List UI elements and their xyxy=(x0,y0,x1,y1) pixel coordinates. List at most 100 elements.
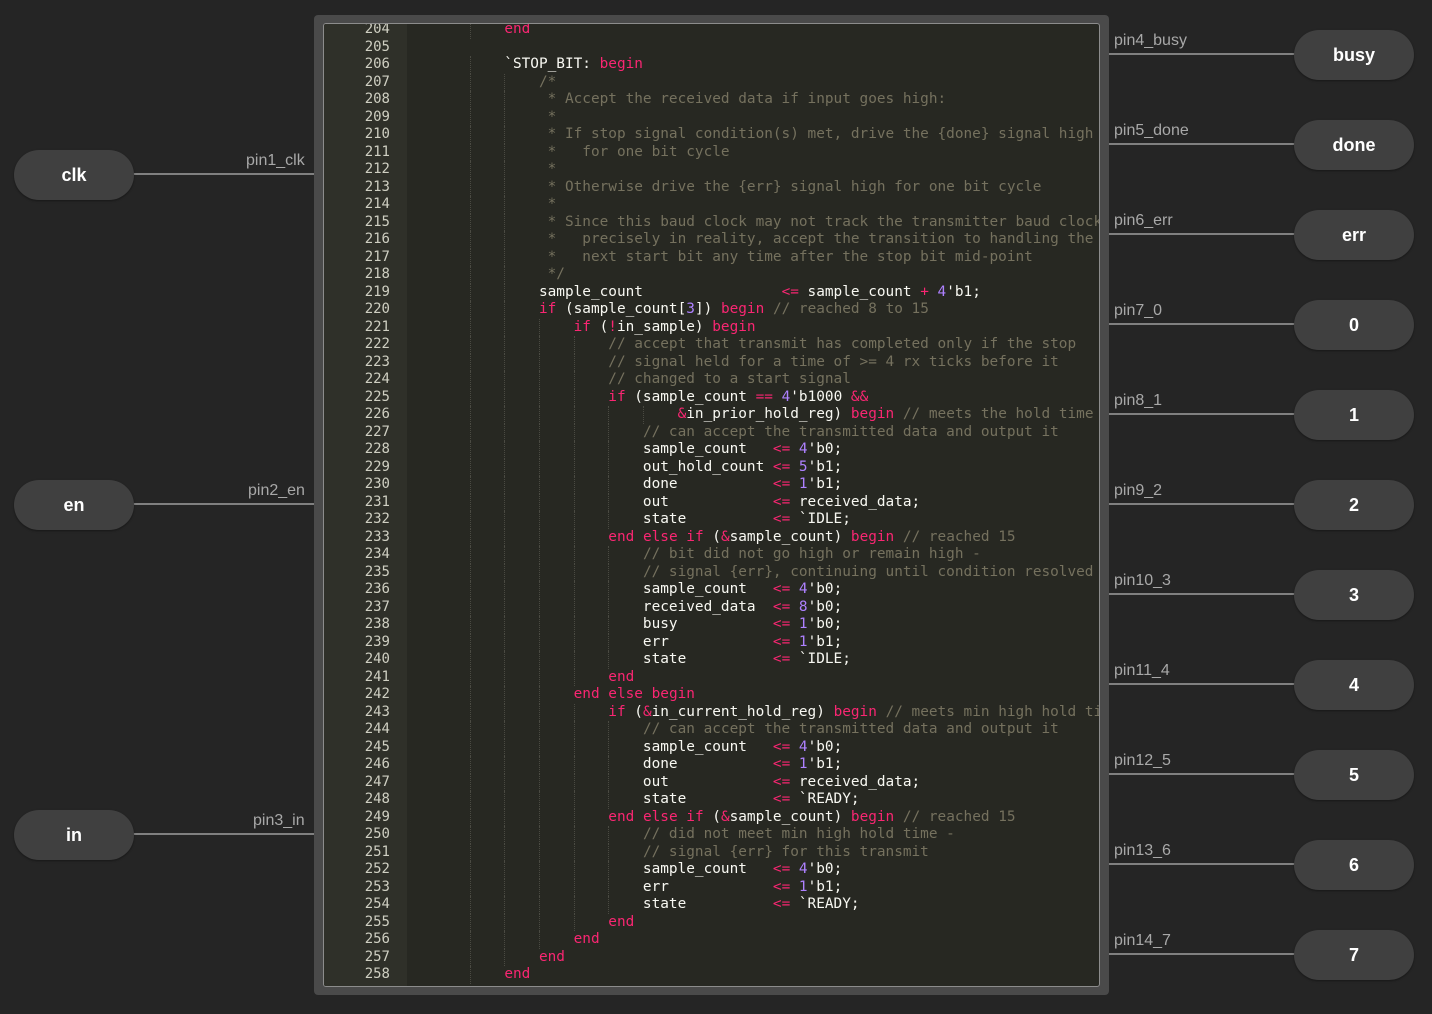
wire-in xyxy=(120,833,314,835)
line-number: 221 xyxy=(364,318,390,335)
code-line: 249 end else if (&sample_count) begin //… xyxy=(324,808,1099,826)
code-line: 204 end xyxy=(324,23,1099,39)
code-text: err <= 1'b1; xyxy=(435,878,843,895)
pin-label-clk: pin1_clk xyxy=(246,152,305,169)
line-number: 236 xyxy=(364,581,390,597)
code-text: sample_count <= sample_count + 4'b1; xyxy=(435,283,981,300)
line-number: 234 xyxy=(364,546,390,562)
line-number: 238 xyxy=(364,616,390,632)
output-pin-1[interactable]: 1 xyxy=(1294,390,1414,440)
output-pin-7[interactable]: 7 xyxy=(1294,930,1414,980)
code-text: if (&in_current_hold_reg) begin // meets… xyxy=(608,703,1100,720)
code-text: state <= `READY; xyxy=(435,791,860,807)
line-number: 242 xyxy=(364,686,390,702)
pin-label-done: pin5_done xyxy=(1114,122,1189,139)
line-number: 217 xyxy=(364,248,390,265)
line-number: 228 xyxy=(364,441,390,457)
line-number: 239 xyxy=(364,633,390,650)
pin-label-3: pin10_3 xyxy=(1114,572,1171,589)
pin-label-in: pin3_in xyxy=(253,812,305,829)
line-number: 214 xyxy=(364,196,390,212)
output-pin-busy[interactable]: busy xyxy=(1294,30,1414,80)
line-number: 224 xyxy=(364,371,390,387)
output-pin-6[interactable]: 6 xyxy=(1294,840,1414,890)
input-pin-in[interactable]: in xyxy=(14,810,134,860)
code-line: 256 end xyxy=(324,931,1099,949)
code-line: 228 sample_count <= 4'b0; xyxy=(324,441,1099,459)
code-text: sample_count <= 4'b0; xyxy=(435,581,843,597)
code-text: * xyxy=(435,196,557,212)
code-text: done <= 1'b1; xyxy=(435,756,843,772)
code-line: 210 * If stop signal condition(s) met, d… xyxy=(324,126,1099,144)
line-number: 258 xyxy=(364,966,390,982)
code-text: // did not meet min high hold time - xyxy=(642,826,955,842)
code-text: /* xyxy=(435,73,557,90)
line-number: 252 xyxy=(364,861,390,877)
code-text: end xyxy=(504,23,531,37)
line-number: 250 xyxy=(364,826,390,842)
input-pin-en[interactable]: en xyxy=(14,480,134,530)
code-text: * xyxy=(435,108,557,125)
wire-3 xyxy=(1109,593,1307,595)
line-number: 244 xyxy=(364,721,390,737)
code-text: end else if (&sample_count) begin // rea… xyxy=(608,808,1016,825)
module-block: 204 end 205 206 `STOP_BIT: begin 207 /* 208 … xyxy=(314,15,1109,995)
code-line: 251 // signal {err} for this transmit xyxy=(324,843,1099,861)
line-number: 247 xyxy=(364,773,390,790)
output-pin-3[interactable]: 3 xyxy=(1294,570,1414,620)
line-number: 246 xyxy=(364,756,390,772)
pin-label-0: pin7_0 xyxy=(1114,302,1163,319)
line-number: 231 xyxy=(364,493,390,510)
code-line: 225 if (sample_count == 4'b1000 && xyxy=(324,388,1099,406)
output-pin-done[interactable]: done xyxy=(1294,120,1414,170)
line-number: 222 xyxy=(364,336,390,352)
code-text: end xyxy=(573,931,600,947)
code-text: // changed to a start signal xyxy=(608,371,851,387)
code-text: * Otherwise drive the {err} signal high … xyxy=(435,178,1042,195)
line-number: 215 xyxy=(364,213,390,230)
code-text: // accept that transmit has completed on… xyxy=(608,336,1077,352)
line-number: 205 xyxy=(364,38,390,55)
code-line: 255 end xyxy=(324,913,1099,931)
input-pin-clk[interactable]: clk xyxy=(14,150,134,200)
output-pin-err[interactable]: err xyxy=(1294,210,1414,260)
code-text: end else if (&sample_count) begin // rea… xyxy=(608,528,1016,545)
code-line: 242 end else begin xyxy=(324,686,1099,704)
code-text: * xyxy=(435,161,557,177)
line-number: 216 xyxy=(364,231,390,247)
code-line: 218 */ xyxy=(324,266,1099,284)
line-number: 251 xyxy=(364,843,390,860)
code-view[interactable]: 204 end 205 206 `STOP_BIT: begin 207 /* 208 … xyxy=(324,23,1100,984)
code-line: 227 // can accept the transmitted data a… xyxy=(324,423,1099,441)
wire-en xyxy=(120,503,314,505)
code-line: 219 sample_count <= sample_count + 4'b1; xyxy=(324,283,1099,301)
output-pin-0[interactable]: 0 xyxy=(1294,300,1414,350)
code-line: 208 * Accept the received data if input … xyxy=(324,91,1099,109)
wire-0 xyxy=(1109,323,1307,325)
code-text: end xyxy=(538,948,565,965)
output-pin-5[interactable]: 5 xyxy=(1294,750,1414,800)
line-number: 226 xyxy=(364,406,390,422)
code-line: 206 `STOP_BIT: begin xyxy=(324,56,1099,74)
pin-label-6: pin13_6 xyxy=(1114,842,1171,859)
code-text: * Since this baud clock may not track th… xyxy=(435,213,1100,230)
line-number: 254 xyxy=(364,896,390,912)
output-pin-4[interactable]: 4 xyxy=(1294,660,1414,710)
code-text: state <= `IDLE; xyxy=(435,651,851,667)
code-line: 205 xyxy=(324,39,1099,57)
line-number: 212 xyxy=(364,161,390,177)
wire-busy xyxy=(1109,53,1307,55)
code-editor[interactable]: 204 end 205 206 `STOP_BIT: begin 207 /* 208 … xyxy=(323,23,1100,987)
code-line: 222 // accept that transmit has complete… xyxy=(324,336,1099,354)
code-text: received_data <= 8'b0; xyxy=(435,598,843,615)
code-line: 241 end xyxy=(324,668,1099,686)
pin-label-busy: pin4_busy xyxy=(1114,32,1187,49)
code-line: 221 if (!in_sample) begin xyxy=(324,318,1099,336)
code-line: 244 // can accept the transmitted data a… xyxy=(324,721,1099,739)
code-text: * precisely in reality, accept the trans… xyxy=(435,231,1094,247)
code-text: done <= 1'b1; xyxy=(435,476,843,492)
code-text: * for one bit cycle xyxy=(435,143,730,160)
output-pin-2[interactable]: 2 xyxy=(1294,480,1414,530)
line-number: 232 xyxy=(364,511,390,527)
code-line: 250 // did not meet min high hold time - xyxy=(324,826,1099,844)
